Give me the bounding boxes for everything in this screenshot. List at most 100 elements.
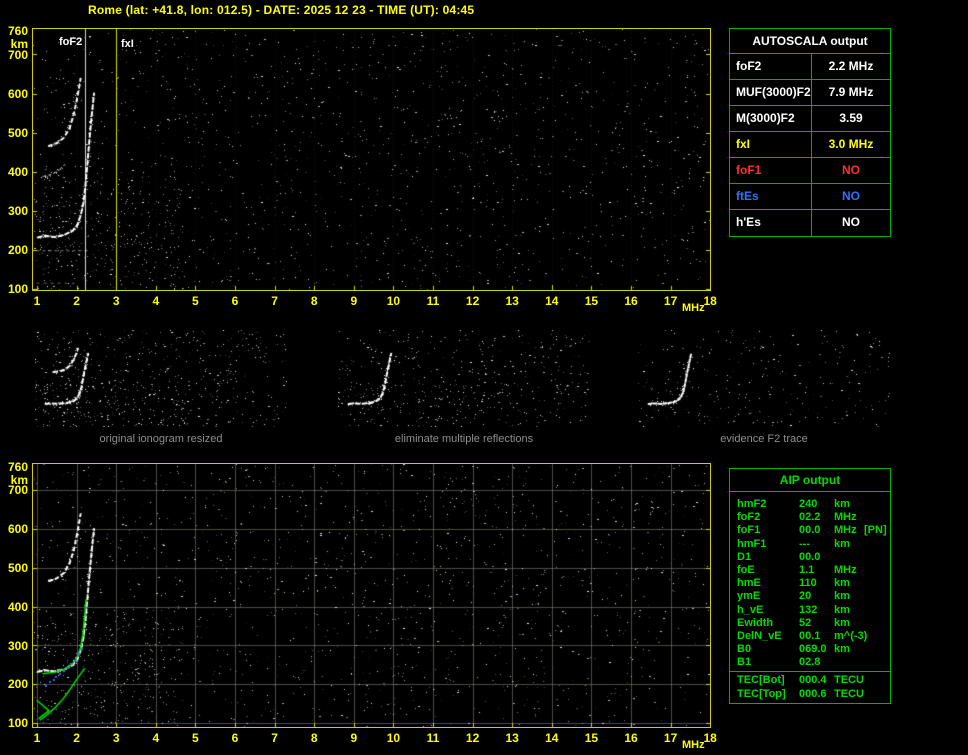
aip-note (864, 577, 890, 590)
aip-note (864, 643, 890, 656)
aip-tec-value: 000.4 (799, 674, 827, 687)
aip-tec-unit: TECU (834, 674, 864, 687)
aip-value: 00.0 (799, 524, 821, 537)
y-tick-label: 760 (7, 24, 28, 38)
aip-value: 110 (799, 577, 817, 590)
bottom-ionogram-canvas (33, 464, 710, 727)
y-tick-label: 300 (7, 203, 28, 218)
thumbnail-evidence-f2 (638, 330, 890, 427)
aip-note: [PN] (864, 524, 887, 537)
y-tick-label: 500 (7, 560, 28, 575)
y-tick-label: 400 (7, 164, 28, 179)
aip-unit: km (834, 537, 850, 550)
aip-row: B0 069.0 km (730, 643, 890, 656)
bottom-ionogram-panel (32, 463, 711, 728)
autoscala-row-label: M(3000)F2 (730, 106, 812, 131)
x-tick-label: 4 (152, 731, 160, 745)
autoscala-row: foF1 NO (730, 158, 890, 184)
x-tick-label: 7 (271, 731, 278, 745)
x-tick-label: 7 (271, 294, 278, 308)
autoscala-row: foF2 2.2 MHz (730, 54, 890, 80)
top-x-axis: 1 2 3 4 5 6 7 8 9 10 11 12 13 14 15 16 17 18 MHz (32, 294, 722, 314)
thumbnail-caption: eliminate multiple reflections (394, 433, 534, 445)
aip-note (864, 511, 890, 524)
aip-label: h_vE (737, 603, 764, 616)
autoscala-row-value: 3.59 (839, 111, 863, 125)
autoscala-row-label: foF2 (730, 54, 812, 79)
aip-label: foF1 (737, 524, 761, 537)
aip-row: B1 02.8 (730, 656, 890, 669)
x-tick-label: 2 (73, 294, 80, 308)
aip-label: ymE (737, 590, 761, 603)
km-unit-label: km (10, 473, 28, 487)
x-tick-label: 4 (152, 294, 160, 308)
aip-note (864, 551, 890, 564)
y-axis-labels: 760 700 600 500 400 300 200 100 km 760 700 600 500 40… (0, 0, 30, 755)
aip-note (864, 630, 890, 643)
aip-rows: hmF2 240 km foF2 02.2 MHz foF1 00.0 MHz [PN] hmF1 -… (730, 492, 890, 673)
aip-value: 02.2 (799, 511, 821, 524)
x-tick-label: 13 (505, 731, 519, 745)
mhz-unit-label: MHz (682, 739, 705, 751)
autoscala-row-label: h'Es (730, 210, 812, 236)
x-tick-label: 12 (465, 294, 480, 308)
aip-note (864, 617, 890, 630)
aip-output-panel: AIP output hmF2 240 km foF2 02.2 MHz foF1 00.0 M… (729, 468, 891, 705)
aip-unit: MHz (834, 524, 857, 537)
autoscala-row: MUF(3000)F2 7.9 MHz (730, 80, 890, 106)
aip-row: ymE 20 km (730, 590, 890, 603)
aip-row: foF2 02.2 MHz (730, 511, 890, 524)
x-tick-label: 11 (426, 294, 440, 308)
fxi-marker-label: fxI (121, 38, 134, 50)
x-tick-label: 6 (231, 294, 239, 308)
x-tick-label: 8 (310, 294, 318, 308)
aip-label: foF2 (737, 511, 761, 524)
y-tick-label: 100 (7, 716, 28, 730)
aip-row: foE 1.1 MHz (730, 564, 890, 577)
x-tick-label: 16 (624, 294, 638, 308)
aip-unit (834, 551, 864, 564)
y-tick-label: 760 (7, 460, 28, 474)
aip-value: --- (799, 537, 810, 550)
aip-unit: MHz (834, 511, 857, 524)
aip-label: D1 (737, 550, 752, 563)
autoscala-row-value: NO (842, 189, 860, 203)
x-tick-label: 14 (545, 294, 559, 308)
y-tick-label: 200 (7, 243, 28, 257)
x-tick-label: 9 (350, 731, 358, 745)
thumbnail-eliminate-reflections (338, 330, 590, 427)
autoscala-row-value: NO (842, 215, 860, 229)
x-tick-label: 15 (584, 731, 599, 745)
page-title: Rome (lat: +41.8, lon: 012.5) - DATE: 20… (88, 3, 475, 17)
aip-value: 069.0 (799, 643, 827, 656)
thumbnail-eliminate-canvas (338, 330, 590, 427)
x-tick-label: 8 (310, 731, 318, 745)
km-unit-label: km (10, 37, 28, 51)
aip-row: foF1 00.0 MHz [PN] (730, 524, 890, 537)
aip-value: 240 (799, 498, 818, 510)
thumbnail-evidence-canvas (638, 330, 890, 427)
aip-label: foE (737, 563, 755, 576)
x-tick-label: 10 (386, 731, 401, 745)
y-tick-label: 500 (7, 125, 28, 140)
top-ionogram-canvas (33, 29, 710, 290)
x-tick-label: 15 (584, 294, 599, 308)
aip-row: hmF1 --- km (730, 538, 890, 551)
x-tick-label: 6 (231, 731, 239, 745)
aip-value: 02.8 (799, 656, 821, 669)
aip-label: DelN_vE (737, 629, 782, 642)
autoscala-row: h'Es NO (730, 210, 890, 236)
aip-note (864, 604, 890, 617)
x-tick-label: 17 (663, 731, 678, 745)
thumbnail-caption: original ionogram resized (99, 433, 223, 445)
aip-value: 132 (799, 603, 818, 616)
aip-value: 00.0 (799, 550, 821, 563)
thumbnail-original-ionogram (35, 330, 287, 427)
y-tick-label: 600 (7, 86, 28, 101)
x-tick-label: 2 (73, 731, 80, 745)
x-tick-label: 1 (33, 731, 41, 745)
aip-label: hmF2 (737, 498, 767, 510)
aip-tec-row: TEC[Bot] 000.4 TECU (730, 674, 890, 688)
autoscala-rows: foF2 2.2 MHz MUF(3000)F2 7.9 MHz M(3000)F2 3.… (730, 54, 890, 236)
aip-label: hmE (737, 577, 761, 590)
